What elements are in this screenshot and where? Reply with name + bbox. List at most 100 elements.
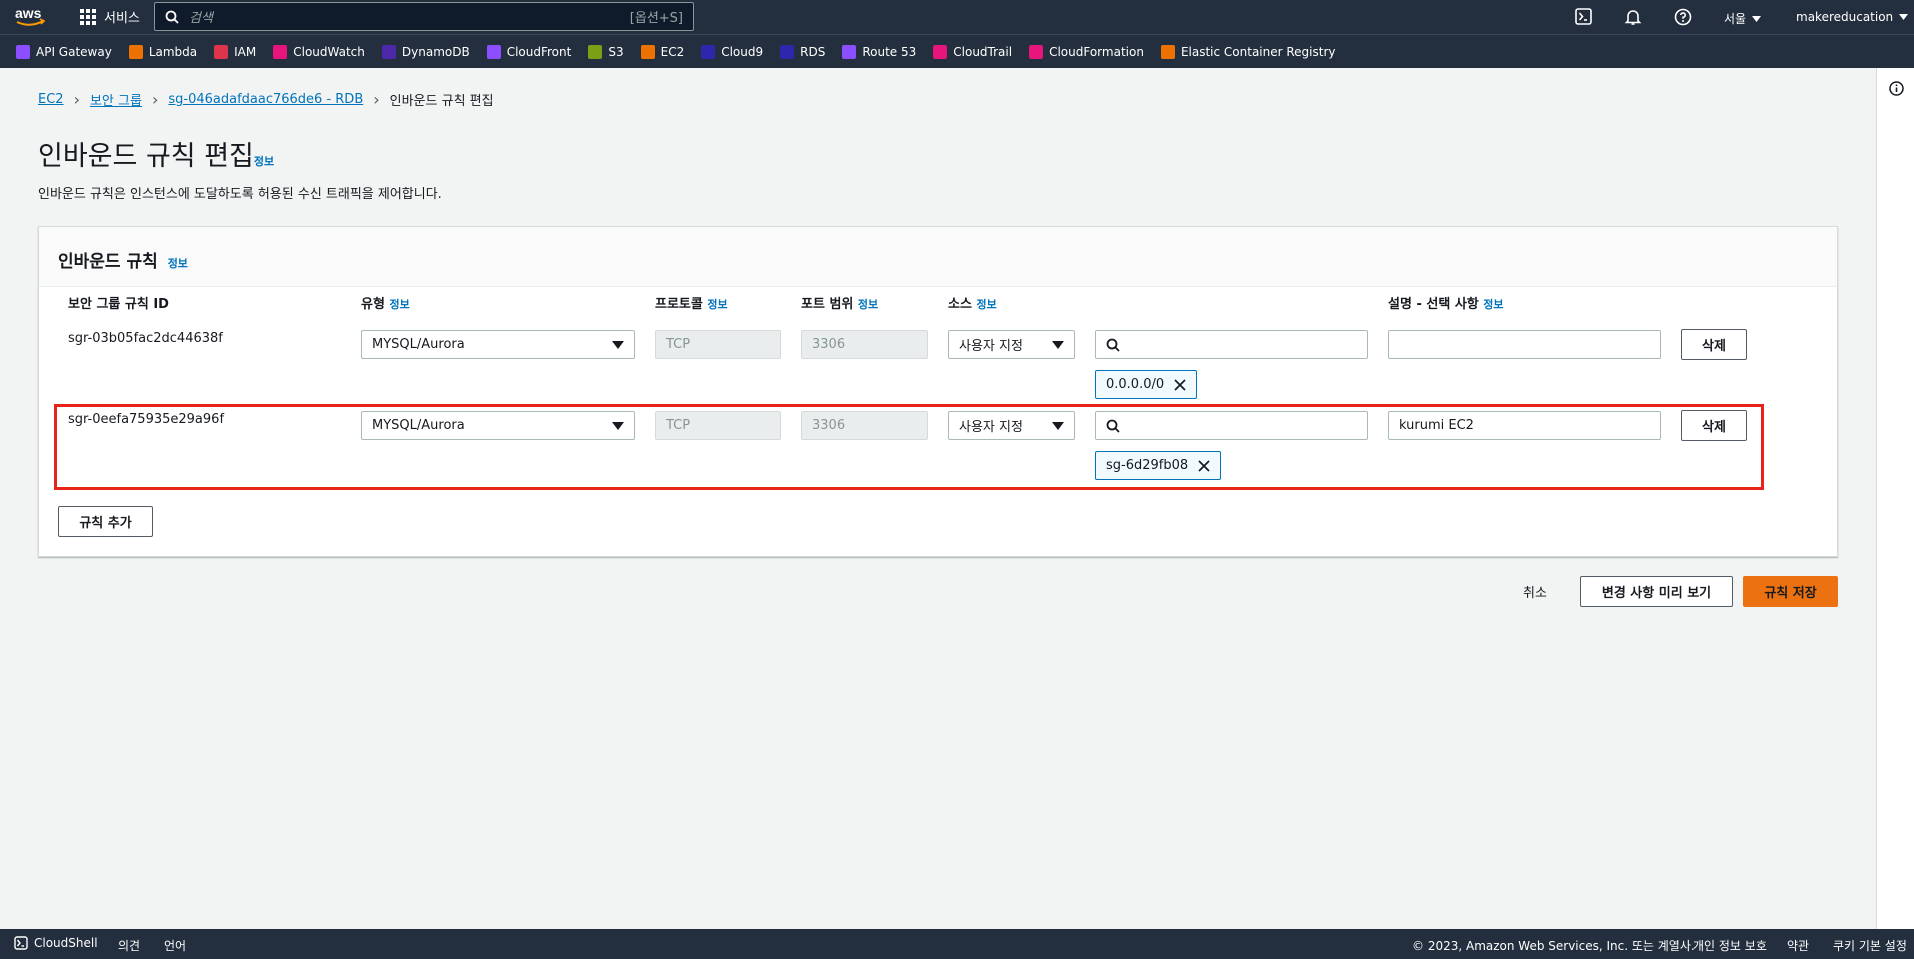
page-description: 인바운드 규칙은 인스턴스에 도달하도록 허용된 수신 트래픽을 제어합니다. bbox=[38, 187, 442, 202]
port-info-link[interactable]: 정보 bbox=[858, 298, 878, 311]
service-icon bbox=[273, 44, 288, 59]
col-source-label: 소스 bbox=[948, 297, 972, 312]
favorite-item[interactable]: DynamoDB bbox=[381, 44, 470, 59]
favorite-item[interactable]: CloudTrail bbox=[933, 44, 1012, 59]
favorites-bar: API Gateway Lambda IAM CloudWatch DynamoDB Cl… bbox=[0, 34, 1914, 68]
terms-link[interactable]: 약관 bbox=[1787, 937, 1809, 954]
service-icon bbox=[588, 44, 603, 59]
favorite-label: CloudFormation bbox=[1049, 44, 1144, 59]
service-icon bbox=[701, 44, 716, 59]
col-header-description: 설명 - 선택 사항 정보 bbox=[1388, 293, 1504, 312]
panel-header: 인바운드 규칙 정보 bbox=[39, 227, 1837, 287]
cancel-button[interactable]: 취소 bbox=[1523, 582, 1547, 601]
type-select[interactable]: MYSQL/Aurora bbox=[361, 330, 635, 359]
favorite-item[interactable]: IAM bbox=[214, 44, 257, 59]
protocol-field: TCP bbox=[655, 330, 781, 359]
col-type-label: 유형 bbox=[361, 297, 385, 312]
bell-icon[interactable] bbox=[1624, 8, 1642, 26]
delete-button[interactable]: 삭제 bbox=[1681, 329, 1747, 360]
type-info-link[interactable]: 정보 bbox=[389, 298, 409, 311]
language-link[interactable]: 언어 bbox=[164, 937, 186, 954]
add-rule-button[interactable]: 규칙 추가 bbox=[58, 506, 153, 537]
favorite-item[interactable]: CloudFront bbox=[486, 44, 571, 59]
preview-changes-button[interactable]: 변경 사항 미리 보기 bbox=[1580, 576, 1733, 607]
favorite-item[interactable]: API Gateway bbox=[16, 44, 112, 59]
favorite-label: EC2 bbox=[660, 44, 685, 59]
type-value: MYSQL/Aurora bbox=[372, 337, 465, 352]
highlight-box bbox=[54, 404, 1764, 490]
breadcrumb: EC2 › 보안 그룹 › sg-046adafdaac766de6 - RDB… bbox=[38, 90, 494, 109]
source-search-input[interactable] bbox=[1095, 330, 1368, 359]
protocol-info-link[interactable]: 정보 bbox=[707, 298, 727, 311]
cloudshell-icon[interactable] bbox=[1575, 8, 1592, 25]
favorite-label: Lambda bbox=[148, 44, 198, 59]
source-value: 사용자 지정 bbox=[959, 339, 1023, 354]
service-icon bbox=[214, 44, 229, 59]
service-icon bbox=[128, 44, 143, 59]
region-selector[interactable]: 서울 bbox=[1724, 10, 1762, 27]
search-shortcut: [옵션+S] bbox=[629, 11, 683, 26]
favorite-label: API Gateway bbox=[36, 44, 112, 59]
panel-info-link[interactable]: 정보 bbox=[168, 257, 188, 270]
desc-info-link[interactable]: 정보 bbox=[1483, 298, 1503, 311]
cloudshell-link[interactable]: CloudShell bbox=[14, 936, 98, 950]
description-input[interactable] bbox=[1388, 330, 1661, 359]
col-header-protocol: 프로토콜 정보 bbox=[655, 293, 728, 312]
service-icon bbox=[640, 44, 655, 59]
favorite-item[interactable]: CloudFormation bbox=[1029, 44, 1144, 59]
favorite-item[interactable]: EC2 bbox=[640, 44, 685, 59]
breadcrumb-security-group[interactable]: sg-046adafdaac766de6 - RDB bbox=[168, 92, 363, 107]
services-menu[interactable]: 서비스 bbox=[80, 7, 140, 26]
close-icon[interactable] bbox=[1174, 378, 1186, 391]
service-icon bbox=[842, 44, 857, 59]
favorite-label: DynamoDB bbox=[401, 44, 470, 59]
breadcrumb-security-groups[interactable]: 보안 그룹 bbox=[90, 90, 142, 109]
source-token: 0.0.0.0/0 bbox=[1095, 370, 1198, 399]
favorite-label: Elastic Container Registry bbox=[1180, 44, 1336, 59]
favorite-item[interactable]: Lambda bbox=[128, 44, 198, 59]
top-navigation: aws 서비스 검색 [옵션+S] 서울 makereducation bbox=[0, 0, 1914, 34]
favorite-item[interactable]: Elastic Container Registry bbox=[1160, 44, 1336, 59]
source-info-link[interactable]: 정보 bbox=[976, 298, 996, 311]
service-icon bbox=[1029, 44, 1044, 59]
cloudshell-label: CloudShell bbox=[34, 936, 98, 950]
page-info-link[interactable]: 정보 bbox=[254, 155, 274, 168]
service-icon bbox=[486, 44, 501, 59]
help-icon[interactable] bbox=[1674, 8, 1692, 26]
col-header-rule-id: 보안 그룹 규칙 ID bbox=[68, 297, 169, 312]
source-token-label: 0.0.0.0/0 bbox=[1106, 377, 1165, 392]
breadcrumb-ec2[interactable]: EC2 bbox=[38, 92, 64, 107]
favorite-item[interactable]: S3 bbox=[588, 44, 624, 59]
chevron-right-icon: › bbox=[151, 90, 159, 109]
account-menu[interactable]: makereducation bbox=[1796, 10, 1909, 24]
info-icon[interactable] bbox=[1889, 81, 1904, 96]
favorite-label: CloudWatch bbox=[293, 44, 365, 59]
favorite-item[interactable]: RDS bbox=[780, 44, 825, 59]
region-label: 서울 bbox=[1724, 12, 1747, 26]
service-icon bbox=[933, 44, 948, 59]
service-icon bbox=[1160, 44, 1175, 59]
aws-logo-icon[interactable]: aws bbox=[14, 5, 48, 29]
copyright-text: © 2023, Amazon Web Services, Inc. 또는 계열사… bbox=[1412, 939, 1695, 953]
panel-title: 인바운드 규칙 bbox=[58, 252, 158, 272]
service-icon bbox=[780, 44, 795, 59]
favorite-item[interactable]: Cloud9 bbox=[701, 44, 763, 59]
account-label: makereducation bbox=[1796, 10, 1894, 24]
breadcrumb-current: 인바운드 규칙 편집 bbox=[389, 94, 494, 109]
favorite-item[interactable]: CloudWatch bbox=[273, 44, 365, 59]
search-input[interactable]: 검색 [옵션+S] bbox=[154, 2, 694, 31]
caret-down-icon bbox=[1752, 15, 1762, 22]
cookies-link[interactable]: 쿠키 기본 설정 bbox=[1833, 937, 1907, 954]
service-icon bbox=[16, 44, 30, 59]
favorite-item[interactable]: Route 53 bbox=[842, 44, 916, 59]
privacy-link[interactable]: 개인 정보 보호 bbox=[1693, 937, 1767, 954]
rule-id: sgr-03b05fac2dc44638f bbox=[68, 331, 223, 346]
inbound-rules-panel: 인바운드 규칙 정보 보안 그룹 규칙 ID 유형 정보 프로토콜 정보 포트 … bbox=[38, 226, 1838, 557]
col-protocol-label: 프로토콜 bbox=[655, 297, 703, 312]
save-rules-button[interactable]: 규칙 저장 bbox=[1743, 576, 1838, 607]
cloudshell-icon bbox=[14, 936, 28, 950]
favorite-label: IAM bbox=[234, 44, 257, 59]
source-select[interactable]: 사용자 지정 bbox=[948, 330, 1075, 359]
caret-down-icon bbox=[1052, 341, 1064, 349]
feedback-link[interactable]: 의견 bbox=[118, 937, 140, 954]
